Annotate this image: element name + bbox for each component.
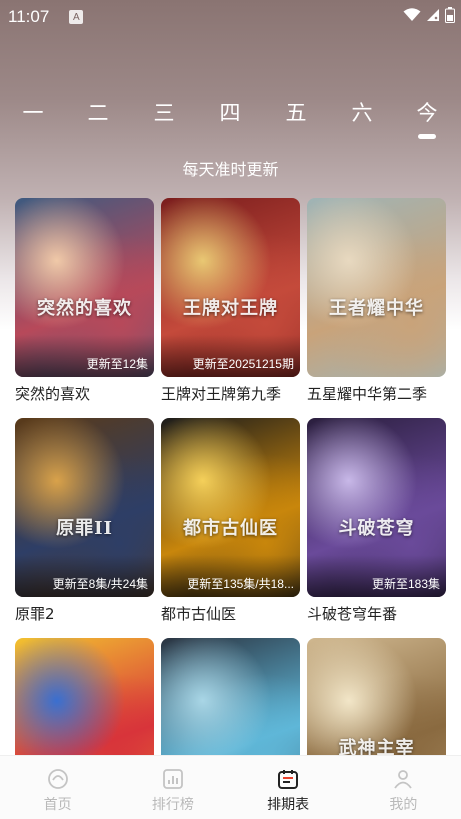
- poster-logo-text: 斗破苍穹: [338, 518, 415, 539]
- signal-icon: [427, 9, 439, 21]
- weekday-tab-5[interactable]: 五: [276, 96, 316, 130]
- update-badge: 更新至8集/共24集: [52, 577, 148, 591]
- nav-label: 排行榜: [151, 797, 194, 813]
- weekday-tab-3[interactable]: 三: [144, 96, 184, 130]
- nav-item-home[interactable]: 首页: [0, 756, 115, 819]
- status-time: 11:07: [8, 7, 50, 26]
- show-card[interactable]: 王牌对王牌更新至20251215期王牌对王牌第九季: [161, 198, 300, 404]
- show-card[interactable]: 王者耀中华五星耀中华第二季: [307, 198, 446, 404]
- show-poster[interactable]: 原罪II 更新至8集/共24集: [15, 418, 154, 597]
- weekday-tab-4[interactable]: 四: [210, 96, 250, 130]
- show-title[interactable]: 突然的喜欢: [15, 383, 154, 404]
- weekday-tab-6[interactable]: 六: [342, 96, 382, 130]
- nav-label: 排期表: [267, 797, 310, 813]
- weekday-tabs: 一二三四五六今: [0, 96, 461, 146]
- show-card[interactable]: 突然的喜欢 更新至12集 突然的喜欢: [15, 198, 154, 404]
- status-bar: 11:07 A: [0, 0, 461, 34]
- show-poster[interactable]: 都市古仙医更新至135集/共18...: [161, 418, 300, 597]
- show-card[interactable]: 都市古仙医 更新至135集/共18... 都市古仙医: [161, 418, 300, 624]
- nav-label: 我的: [389, 797, 418, 813]
- ranking-icon: [161, 767, 185, 791]
- show-poster[interactable]: 斗破苍穹更新至183集: [307, 418, 446, 597]
- update-badge: 更新至20251215期: [192, 357, 294, 371]
- show-title[interactable]: 斗破苍穹年番: [307, 603, 446, 624]
- notification-a-icon: A: [69, 10, 84, 24]
- show-poster[interactable]: 突然的喜欢更新至12集: [15, 198, 154, 377]
- poster-logo-text: 都市古仙医: [183, 518, 278, 539]
- nav-item-ranking[interactable]: 排行榜: [115, 756, 230, 819]
- show-card[interactable]: 斗破苍穹更新至183集斗破苍穹年番: [307, 418, 446, 624]
- poster-logo-text: 王者耀中华: [329, 298, 424, 319]
- wifi-icon: [403, 8, 421, 21]
- poster-artwork: [307, 198, 446, 377]
- active-tab-indicator: [418, 134, 436, 139]
- show-poster[interactable]: 王牌对王牌更新至20251215期: [161, 198, 300, 377]
- home-icon: [46, 767, 70, 791]
- poster-logo-text: 原罪II: [56, 518, 113, 539]
- weekday-tab-1[interactable]: 一: [13, 96, 53, 130]
- show-card[interactable]: 原罪II 更新至8集/共24集原罪2: [15, 418, 154, 624]
- poster-logo-text: 突然的喜欢: [37, 298, 132, 319]
- bottom-navigation: 首页 排行榜 排期表 我的: [0, 755, 461, 819]
- nav-item-profile[interactable]: 我的: [346, 756, 461, 819]
- poster-logo-text: 王牌对王牌: [183, 298, 278, 319]
- weekday-tab-2[interactable]: 二: [78, 96, 118, 130]
- update-badge: 更新至183集: [371, 577, 440, 591]
- show-title[interactable]: 原罪2: [15, 603, 154, 624]
- show-title[interactable]: 都市古仙医: [161, 603, 300, 624]
- status-icons: [403, 7, 455, 23]
- profile-icon: [391, 767, 415, 791]
- battery-icon: [445, 7, 455, 23]
- schedule-icon: [276, 767, 300, 791]
- nav-item-schedule[interactable]: 排期表: [231, 756, 346, 819]
- weekday-tab-7[interactable]: 今: [407, 96, 447, 130]
- schedule-subtitle: 每天准时更新: [182, 160, 279, 179]
- update-badge: 更新至12集: [86, 357, 148, 371]
- nav-label: 首页: [43, 797, 72, 813]
- update-badge: 更新至135集/共18...: [187, 577, 294, 591]
- show-poster[interactable]: 王者耀中华: [307, 198, 446, 377]
- show-title[interactable]: 王牌对王牌第九季: [161, 383, 300, 404]
- show-title[interactable]: 五星耀中华第二季: [307, 383, 446, 404]
